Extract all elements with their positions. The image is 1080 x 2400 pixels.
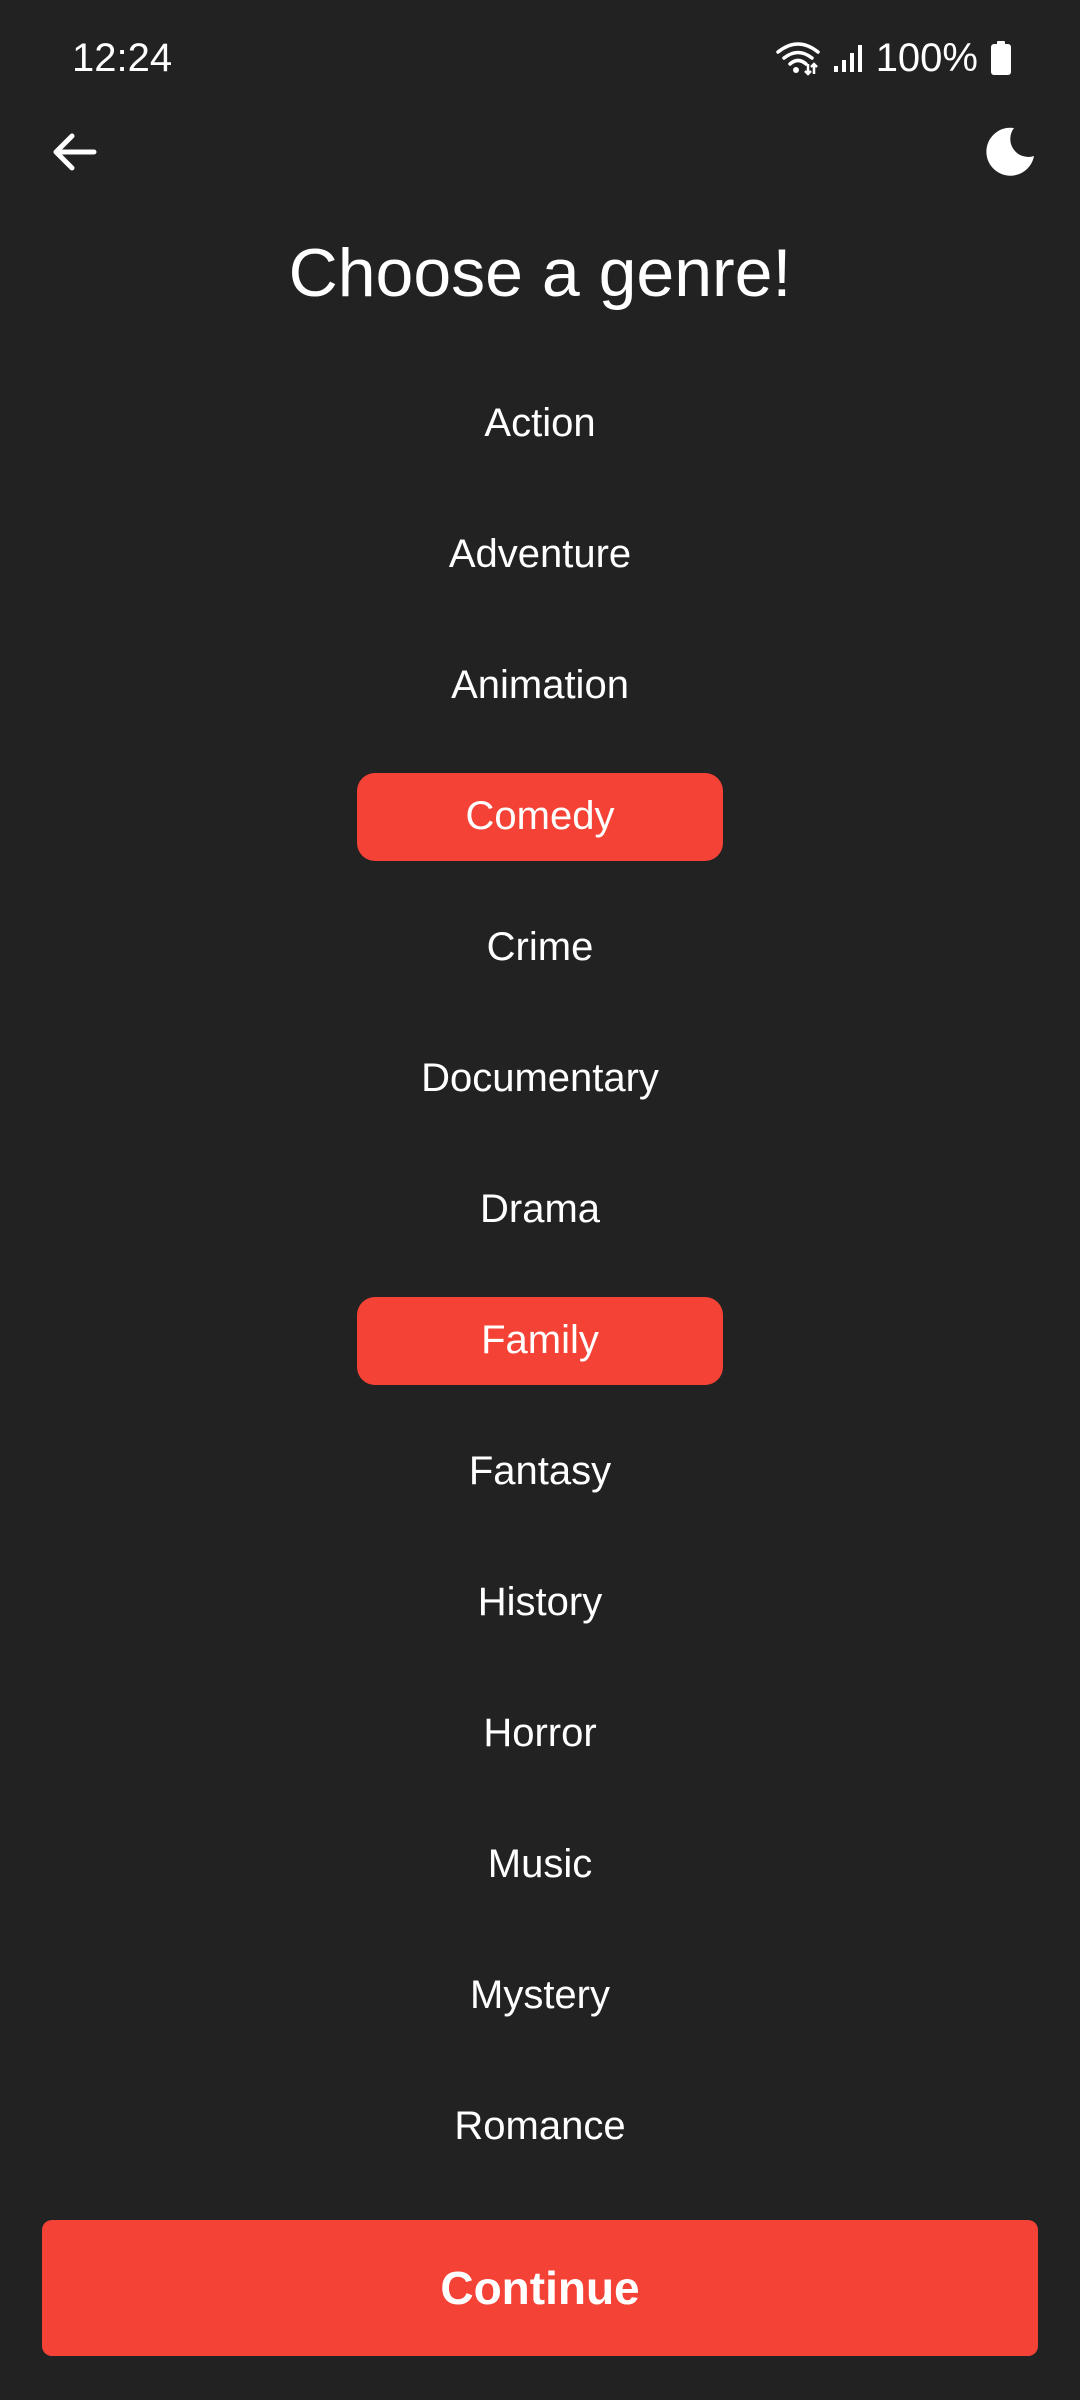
genre-list-item: Drama	[0, 1144, 1080, 1275]
cellular-signal-icon	[832, 42, 864, 74]
genre-option-documentary[interactable]: Documentary	[357, 1035, 723, 1123]
genre-list-item: Comedy	[0, 751, 1080, 882]
genre-option-family[interactable]: Family	[357, 1296, 723, 1385]
genre-option-adventure[interactable]: Adventure	[357, 511, 723, 599]
genre-option-horror[interactable]: Horror	[357, 1690, 723, 1778]
genre-list-item: History	[0, 1537, 1080, 1668]
status-time: 12:24	[72, 36, 173, 80]
genre-list-item: Adventure	[0, 489, 1080, 620]
arrow-left-icon	[50, 128, 98, 181]
battery-icon	[990, 40, 1012, 76]
back-button[interactable]	[36, 116, 112, 192]
wifi-icon	[775, 40, 820, 76]
theme-toggle-button[interactable]	[972, 116, 1048, 192]
genre-option-history[interactable]: History	[357, 1559, 723, 1647]
page-title: Choose a genre!	[288, 235, 792, 311]
genre-list-item: Romance	[0, 2061, 1080, 2192]
genre-list-item: Horror	[0, 1668, 1080, 1799]
genre-list-item: Crime	[0, 882, 1080, 1013]
status-icons: 100%	[775, 30, 1012, 86]
genre-list-item: Fantasy	[0, 1406, 1080, 1537]
moon-icon	[984, 126, 1036, 183]
battery-percentage: 100%	[875, 36, 978, 80]
genre-list-item: Mystery	[0, 1930, 1080, 2061]
genre-list-item: Family	[0, 1275, 1080, 1406]
genre-option-drama[interactable]: Drama	[357, 1166, 723, 1254]
continue-button[interactable]: Continue	[42, 2220, 1038, 2356]
genre-list-item: Music	[0, 1799, 1080, 1930]
genre-option-fantasy[interactable]: Fantasy	[357, 1428, 723, 1516]
genre-option-mystery[interactable]: Mystery	[357, 1952, 723, 2040]
genre-list-item: Action	[0, 358, 1080, 489]
genre-option-animation[interactable]: Animation	[357, 642, 723, 730]
genre-option-comedy[interactable]: Comedy	[357, 772, 723, 861]
genre-option-music[interactable]: Music	[357, 1821, 723, 1909]
genre-list-item: Animation	[0, 620, 1080, 751]
genre-option-romance[interactable]: Romance	[357, 2083, 723, 2171]
genre-list: Action Adventure Animation Comedy Crime …	[0, 358, 1080, 2192]
genre-list-item: Documentary	[0, 1013, 1080, 1144]
genre-option-crime[interactable]: Crime	[357, 904, 723, 992]
status-bar: 12:24 100%	[0, 0, 1080, 120]
genre-option-action[interactable]: Action	[357, 380, 723, 468]
